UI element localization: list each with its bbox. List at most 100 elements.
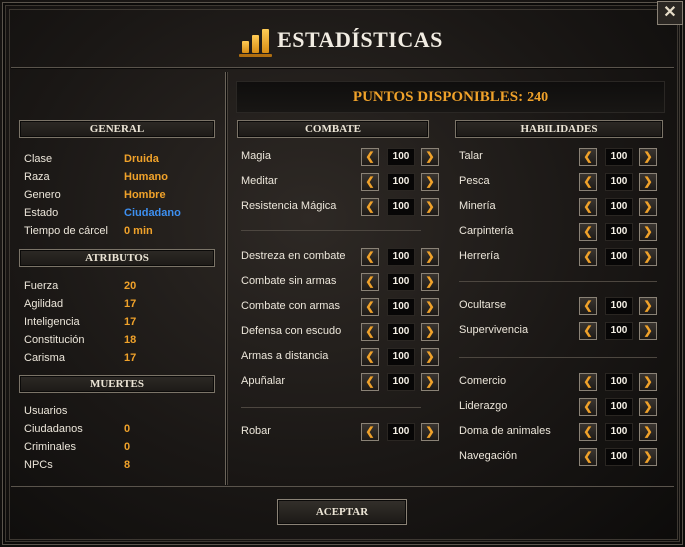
atributos-row: Carisma 17 xyxy=(24,351,214,365)
increase-button[interactable]: ❯ xyxy=(639,423,657,441)
muertes-row-label: Ciudadanos xyxy=(24,423,83,435)
increase-button[interactable]: ❯ xyxy=(639,373,657,391)
decrease-button[interactable]: ❮ xyxy=(579,297,597,315)
skill-label: Combate sin armas xyxy=(241,275,337,287)
decrease-button[interactable]: ❮ xyxy=(579,148,597,166)
increase-button[interactable]: ❯ xyxy=(421,348,439,366)
increase-button[interactable]: ❯ xyxy=(421,323,439,341)
increase-button[interactable]: ❯ xyxy=(639,297,657,315)
general-row: Estado Ciudadano xyxy=(24,206,214,220)
atributos-row: Agilidad 17 xyxy=(24,297,214,311)
bar-chart-icon xyxy=(239,27,273,57)
increase-button[interactable]: ❯ xyxy=(639,173,657,191)
increase-button[interactable]: ❯ xyxy=(639,198,657,216)
muertes-row: NPCs 8 xyxy=(24,458,214,472)
skill-value: 100 xyxy=(387,148,415,166)
increase-button[interactable]: ❯ xyxy=(639,398,657,416)
atributos-row: Constitución 18 xyxy=(24,333,214,347)
muertes-row-label: NPCs xyxy=(24,459,53,471)
combate-skill-row: Combate sin armas ❮ 100 ❯ xyxy=(241,273,439,291)
header-divider-shadow xyxy=(11,68,674,69)
habilidades-skill-row: Ocultarse ❮ 100 ❯ xyxy=(459,297,657,315)
atributos-row-label: Inteligencia xyxy=(24,316,80,328)
accept-button[interactable]: ACEPTAR xyxy=(277,499,407,525)
skill-label: Magia xyxy=(241,150,271,162)
increase-button[interactable]: ❯ xyxy=(421,248,439,266)
decrease-button[interactable]: ❮ xyxy=(579,448,597,466)
increase-button[interactable]: ❯ xyxy=(421,148,439,166)
general-row: Raza Humano xyxy=(24,170,214,184)
skill-label: Comercio xyxy=(459,375,507,387)
atributos-row-value: 17 xyxy=(124,298,137,310)
skill-label: Ocultarse xyxy=(459,299,507,311)
decrease-button[interactable]: ❮ xyxy=(361,273,379,291)
general-row-label: Genero xyxy=(24,189,61,201)
habilidades-skill-row: Minería ❮ 100 ❯ xyxy=(459,198,657,216)
muertes-row-value: 8 xyxy=(124,459,131,471)
general-row-label: Tiempo de cárcel xyxy=(24,225,108,237)
general-row: Clase Druida xyxy=(24,152,214,166)
increase-button[interactable]: ❯ xyxy=(421,298,439,316)
skill-label: Destreza en combate xyxy=(241,250,346,262)
muertes-header: MUERTES xyxy=(19,375,215,393)
muertes-row: Ciudadanos 0 xyxy=(24,422,214,436)
window-title: ESTADÍSTICAS xyxy=(277,27,443,52)
decrease-button[interactable]: ❮ xyxy=(361,148,379,166)
decrease-button[interactable]: ❮ xyxy=(579,398,597,416)
decrease-button[interactable]: ❮ xyxy=(579,423,597,441)
column-divider xyxy=(225,72,226,485)
habilidades-divider-1 xyxy=(459,281,657,282)
habilidades-skill-row: Liderazgo ❮ 100 ❯ xyxy=(459,398,657,416)
habilidades-divider-2 xyxy=(459,357,657,358)
skill-label: Resistencia Mágica xyxy=(241,200,337,212)
general-header: GENERAL xyxy=(19,120,215,138)
skill-value: 100 xyxy=(387,298,415,316)
increase-button[interactable]: ❯ xyxy=(639,223,657,241)
decrease-button[interactable]: ❮ xyxy=(579,322,597,340)
decrease-button[interactable]: ❮ xyxy=(361,198,379,216)
increase-button[interactable]: ❯ xyxy=(639,448,657,466)
decrease-button[interactable]: ❮ xyxy=(579,248,597,266)
decrease-button[interactable]: ❮ xyxy=(579,223,597,241)
muertes-row-value: 0 xyxy=(124,423,131,435)
decrease-button[interactable]: ❮ xyxy=(361,423,379,441)
available-points-bar: PUNTOS DISPONIBLES: 240 xyxy=(236,81,665,113)
increase-button[interactable]: ❯ xyxy=(421,273,439,291)
combate-skill-row: Destreza en combate ❮ 100 ❯ xyxy=(241,248,439,266)
skill-label: Herrería xyxy=(459,250,500,262)
skill-label: Liderazgo xyxy=(459,400,508,412)
decrease-button[interactable]: ❮ xyxy=(361,173,379,191)
decrease-button[interactable]: ❮ xyxy=(361,298,379,316)
increase-button[interactable]: ❯ xyxy=(639,322,657,340)
skill-value: 100 xyxy=(605,173,633,191)
habilidades-skill-row: Doma de animales ❮ 100 ❯ xyxy=(459,423,657,441)
skill-value: 100 xyxy=(387,198,415,216)
skill-value: 100 xyxy=(605,448,633,466)
general-row-label: Estado xyxy=(24,207,59,219)
skill-label: Meditar xyxy=(241,175,278,187)
skill-value: 100 xyxy=(387,273,415,291)
increase-button[interactable]: ❯ xyxy=(421,423,439,441)
atributos-row-value: 18 xyxy=(124,334,137,346)
decrease-button[interactable]: ❮ xyxy=(361,323,379,341)
skill-value: 100 xyxy=(605,398,633,416)
habilidades-skill-row: Talar ❮ 100 ❯ xyxy=(459,148,657,166)
increase-button[interactable]: ❯ xyxy=(639,148,657,166)
decrease-button[interactable]: ❮ xyxy=(361,373,379,391)
increase-button[interactable]: ❯ xyxy=(421,173,439,191)
decrease-button[interactable]: ❮ xyxy=(579,173,597,191)
decrease-button[interactable]: ❮ xyxy=(579,373,597,391)
combate-skill-row: Meditar ❮ 100 ❯ xyxy=(241,173,439,191)
increase-button[interactable]: ❯ xyxy=(639,248,657,266)
decrease-button[interactable]: ❮ xyxy=(361,348,379,366)
increase-button[interactable]: ❯ xyxy=(421,373,439,391)
skill-value: 100 xyxy=(605,423,633,441)
muertes-row: Usuarios xyxy=(24,404,214,418)
decrease-button[interactable]: ❮ xyxy=(361,248,379,266)
combate-header: COMBATE xyxy=(237,120,429,138)
footer-divider xyxy=(11,486,674,487)
habilidades-skill-row: Supervivencia ❮ 100 ❯ xyxy=(459,322,657,340)
increase-button[interactable]: ❯ xyxy=(421,198,439,216)
atributos-row: Inteligencia 17 xyxy=(24,315,214,329)
decrease-button[interactable]: ❮ xyxy=(579,198,597,216)
